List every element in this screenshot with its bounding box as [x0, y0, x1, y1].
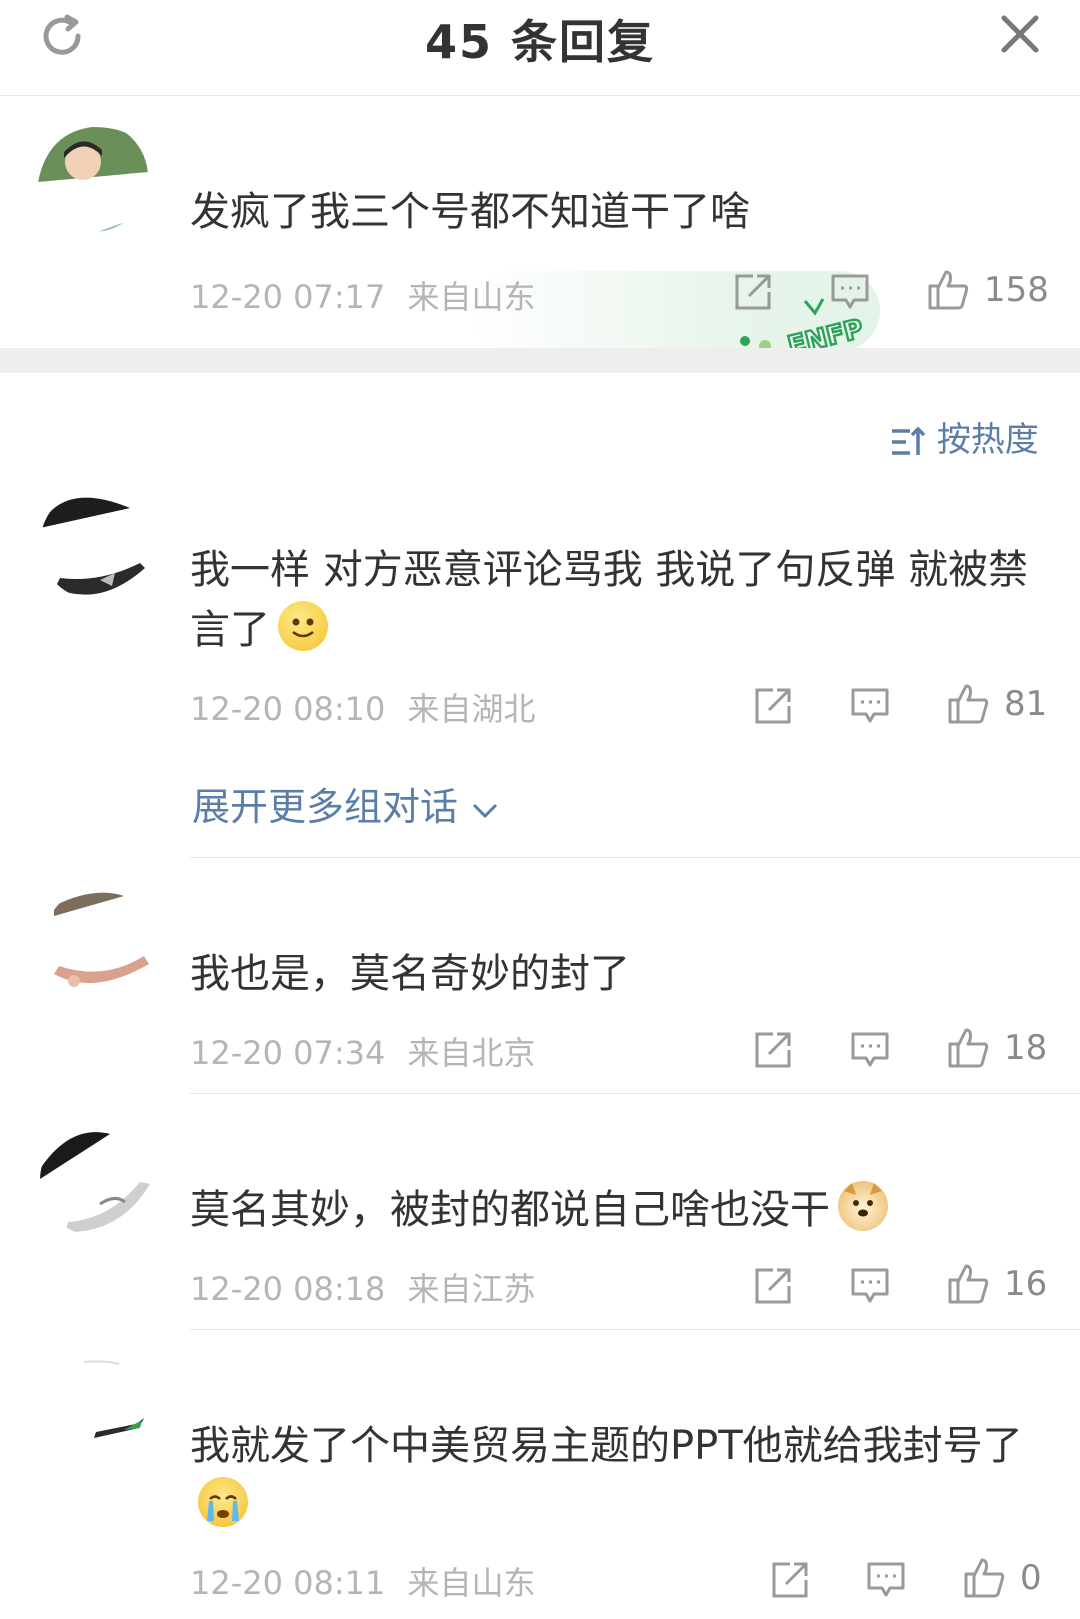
expand-more-button[interactable]: 展开更多组对话	[192, 776, 500, 831]
divider	[190, 1093, 1080, 1094]
chevron-down-icon	[473, 803, 498, 818]
comment-time: 12-20 08:18	[190, 1270, 386, 1308]
divider	[190, 857, 1080, 858]
avatar[interactable]	[38, 122, 148, 232]
comment-location: 来自湖北	[407, 690, 536, 728]
post-location: 来自山东	[407, 278, 536, 316]
like-count: 0	[1020, 1558, 1042, 1598]
like-icon[interactable]	[926, 268, 970, 312]
like-count: 81	[1004, 684, 1048, 724]
share-icon[interactable]	[753, 686, 793, 726]
doge-emoji-icon	[838, 1181, 888, 1231]
avatar[interactable]	[40, 1124, 152, 1236]
like-count: 158	[984, 270, 1049, 310]
comment-meta: 12-20 08:11 来自山东	[190, 1558, 536, 1604]
comment-text: 我也是，莫名奇妙的封了	[190, 951, 630, 997]
comment-text: 我一样 对方恶意评论骂我 我说了句反弹 就被禁言了	[190, 547, 1029, 653]
avatar[interactable]	[44, 1358, 156, 1470]
sort-icon	[892, 426, 926, 455]
comment-location: 来自北京	[407, 1034, 536, 1072]
comment-icon[interactable]	[850, 1266, 890, 1306]
post-meta: 12-20 07:17 来自山东	[190, 272, 536, 318]
smile-emoji-icon	[278, 601, 328, 651]
header-bar: 45 条回复	[0, 0, 1080, 96]
share-icon[interactable]	[770, 1560, 810, 1600]
sort-label: 按热度	[936, 420, 1039, 460]
sort-toggle[interactable]: 按热度	[890, 412, 1039, 461]
comment-location: 来自山东	[407, 1564, 536, 1602]
share-icon[interactable]	[753, 1030, 793, 1070]
like-count: 18	[1004, 1028, 1048, 1068]
comment-text: 我就发了个中美贸易主题的PPT他就给我封号了	[190, 1416, 1050, 1536]
crying-emoji-icon	[198, 1477, 248, 1527]
share-icon[interactable]	[753, 1266, 793, 1306]
like-icon[interactable]	[962, 1556, 1006, 1600]
like-icon[interactable]	[946, 682, 990, 726]
comment-meta: 12-20 08:18 来自江苏	[190, 1264, 536, 1310]
post-text: 发疯了我三个号都不知道干了啥	[190, 189, 750, 235]
avatar[interactable]	[44, 886, 156, 998]
like-icon[interactable]	[946, 1262, 990, 1306]
comment-meta: 12-20 08:10 来自湖北	[190, 684, 536, 730]
like-count: 16	[1004, 1264, 1048, 1304]
divider	[190, 1329, 1080, 1330]
comment-time: 12-20 07:34	[190, 1034, 386, 1072]
comment-time: 12-20 08:11	[190, 1564, 386, 1602]
comment-location: 来自江苏	[407, 1270, 536, 1308]
like-icon[interactable]	[946, 1026, 990, 1070]
share-icon[interactable]	[733, 272, 773, 312]
comment-text: 莫名其妙，被封的都说自己啥也没干	[190, 1180, 888, 1240]
comment-icon[interactable]	[830, 272, 870, 312]
comment-time: 12-20 08:10	[190, 690, 386, 728]
close-icon[interactable]	[1000, 14, 1040, 54]
comment-meta: 12-20 07:34 来自北京	[190, 1028, 536, 1074]
post-time: 12-20 07:17	[190, 278, 386, 316]
comment-icon[interactable]	[850, 1030, 890, 1070]
section-divider	[0, 348, 1080, 373]
page-title: 45 条回复	[424, 15, 656, 69]
main-post: 发疯了我三个号都不知道干了啥 ENFP 12-20 07:17 来自山东 158	[0, 96, 1080, 363]
comment-icon[interactable]	[866, 1560, 906, 1600]
comment-icon[interactable]	[850, 686, 890, 726]
avatar[interactable]	[40, 488, 152, 600]
